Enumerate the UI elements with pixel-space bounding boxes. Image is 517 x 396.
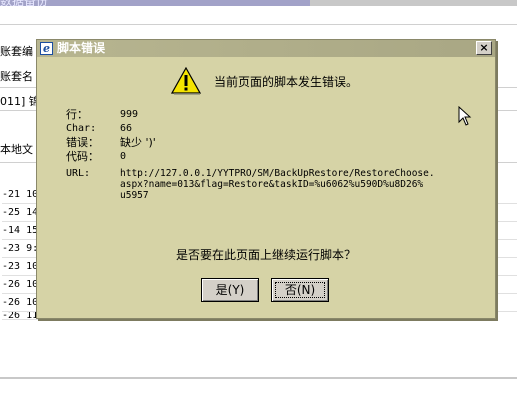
page-header-right bbox=[310, 0, 517, 6]
form-label-account-code: 账套编 bbox=[0, 45, 33, 58]
table-row[interactable]: -26 10 bbox=[2, 294, 40, 312]
line-label: 行： bbox=[66, 108, 88, 121]
page-bottom-rule bbox=[0, 377, 517, 379]
char-label: Char: bbox=[66, 123, 97, 134]
table-row[interactable]: -21 10 bbox=[2, 186, 40, 204]
warning-icon bbox=[171, 67, 201, 95]
error-headline: 当前页面的脚本发生错误。 bbox=[214, 75, 359, 89]
dialog-titlebar[interactable]: e 脚本错误 × bbox=[37, 40, 495, 57]
table-row[interactable]: -26 10 bbox=[2, 276, 40, 294]
error-label: 错误： bbox=[66, 136, 99, 149]
continue-question: 是否要在此页面上继续运行脚本？ bbox=[175, 248, 356, 262]
section-label-local-file: 本地文 bbox=[0, 143, 33, 156]
no-button[interactable]: 否(N) bbox=[271, 278, 329, 302]
yes-button[interactable]: 是(Y) bbox=[201, 278, 259, 302]
url-label: URL: bbox=[66, 168, 91, 179]
divider bbox=[0, 24, 517, 25]
ie-icon: e bbox=[40, 42, 53, 55]
char-value: 66 bbox=[120, 123, 133, 134]
url-value: http://127.0.0.1/YYTPRO/SM/BackUpRestore… bbox=[120, 168, 435, 201]
mouse-cursor-icon bbox=[458, 106, 472, 126]
form-value-account: 011] 锦 bbox=[0, 95, 38, 108]
table-row[interactable]: -14 15 bbox=[2, 222, 40, 240]
code-label: 代码： bbox=[66, 150, 99, 163]
script-error-dialog: e 脚本错误 × 当前页面的脚本发生错误。 行： 999 Char: 66 错误… bbox=[36, 39, 496, 319]
error-value: 缺少 ')' bbox=[120, 136, 156, 149]
table-row[interactable]: -23 9: bbox=[2, 240, 40, 258]
table-row[interactable]: -23 10 bbox=[2, 258, 40, 276]
table-row[interactable]: -25 14 bbox=[2, 204, 40, 222]
form-label-account-name: 账套名 bbox=[0, 70, 33, 83]
code-value: 0 bbox=[120, 151, 127, 162]
dialog-title: 脚本错误 bbox=[57, 41, 106, 55]
close-icon[interactable]: × bbox=[476, 41, 492, 55]
line-value: 999 bbox=[120, 109, 139, 120]
page-header-title: 数据备份 bbox=[0, 0, 49, 8]
table-row[interactable]: -26 11 bbox=[2, 312, 40, 320]
